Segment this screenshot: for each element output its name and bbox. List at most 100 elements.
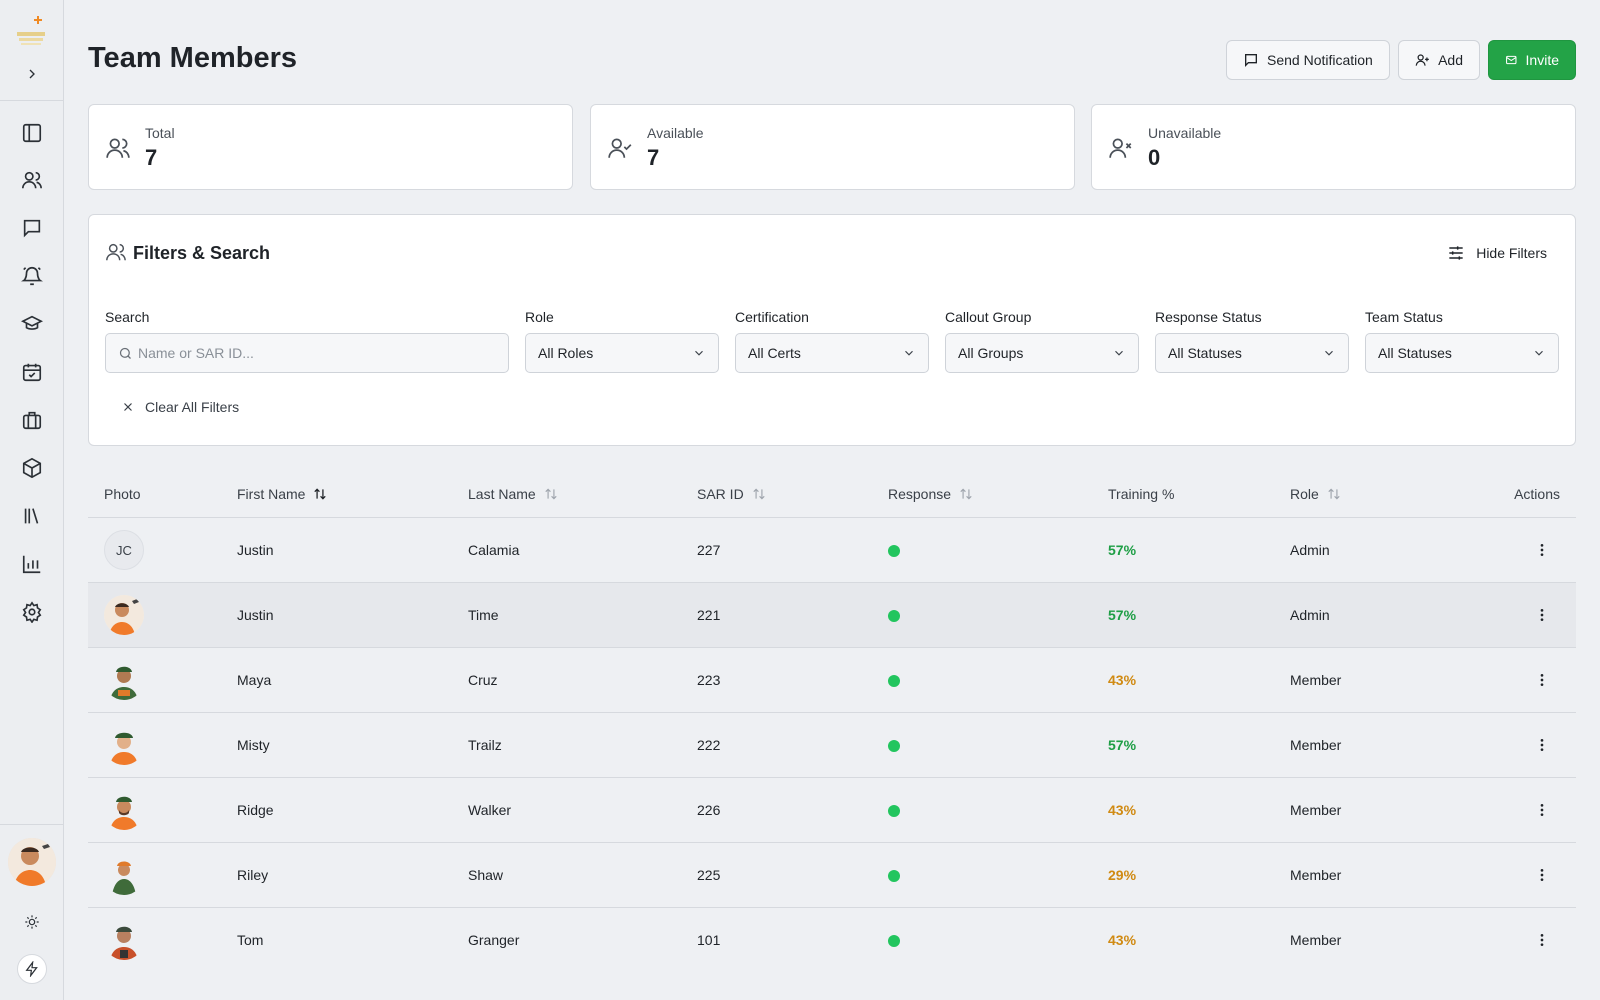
sort-icon	[960, 488, 972, 500]
sar-id-cell: 221	[697, 607, 721, 623]
chevron-down-icon	[1115, 350, 1123, 356]
user-plus-icon	[1415, 54, 1429, 66]
sar-id-cell: 223	[697, 672, 721, 688]
more-vertical-icon	[1540, 674, 1544, 686]
nav-training[interactable]	[14, 306, 50, 342]
table-row[interactable]: Misty Trailz 222 57% Member	[88, 713, 1576, 778]
sort-icon	[1328, 488, 1340, 500]
row-actions-button[interactable]	[1532, 800, 1552, 820]
col-last-name[interactable]: Last Name	[468, 486, 558, 502]
theme-toggle-button[interactable]	[20, 910, 44, 934]
nav-library[interactable]	[14, 498, 50, 534]
nav-team-members[interactable]	[14, 162, 50, 198]
last-name-cell: Walker	[468, 802, 512, 818]
col-first-name-label: First Name	[237, 486, 306, 502]
nav-alerts[interactable]	[14, 258, 50, 294]
page-title: Team Members	[88, 42, 297, 74]
sort-icon	[753, 488, 765, 500]
col-sar-id-label: SAR ID	[697, 486, 744, 502]
nav-reports[interactable]	[14, 546, 50, 582]
nav-inventory[interactable]	[14, 450, 50, 486]
calendar-check-icon	[22, 363, 42, 382]
training-percent-cell: 29%	[1108, 867, 1137, 883]
sort-icon	[545, 488, 557, 500]
chevron-down-icon	[695, 350, 703, 356]
row-actions-button[interactable]	[1532, 540, 1552, 560]
row-actions-button[interactable]	[1532, 930, 1552, 950]
chevron-down-icon	[1535, 350, 1543, 356]
search-field[interactable]	[105, 333, 509, 373]
graduation-cap-icon	[21, 315, 43, 330]
send-notification-button[interactable]: Send Notification	[1226, 40, 1390, 80]
stat-card-available: Available 7	[590, 104, 1075, 190]
team-status-select[interactable]: All Statuses	[1365, 333, 1559, 373]
avatar-illustration-icon	[104, 595, 144, 635]
expand-sidebar-button[interactable]	[20, 62, 44, 86]
more-vertical-icon	[1540, 869, 1544, 881]
callout-group-select-value: All Groups	[958, 345, 1024, 361]
package-icon	[22, 457, 42, 479]
nav-messages[interactable]	[14, 210, 50, 246]
quick-actions-button[interactable]	[17, 954, 47, 984]
role-cell: Member	[1290, 802, 1342, 818]
role-cell: Admin	[1290, 542, 1330, 558]
table-row[interactable]: Justin Time 221 57% Admin	[88, 583, 1576, 648]
col-sar-id[interactable]: SAR ID	[697, 486, 766, 502]
nav-calendar[interactable]	[14, 354, 50, 390]
sidebar-panel-icon	[22, 123, 42, 143]
bell-ring-icon	[21, 267, 43, 286]
callout-group-select[interactable]: All Groups	[945, 333, 1139, 373]
invite-button[interactable]: Invite	[1488, 40, 1576, 80]
add-member-button[interactable]: Add	[1398, 40, 1480, 80]
response-status-dot	[888, 545, 900, 557]
table-row[interactable]: Maya Cruz 223 43% Member	[88, 648, 1576, 713]
clear-all-filters-button[interactable]: Clear All Filters	[121, 399, 239, 415]
nav-settings[interactable]	[14, 594, 50, 630]
response-status-select[interactable]: All Statuses	[1155, 333, 1349, 373]
role-label: Role	[525, 309, 554, 325]
col-response[interactable]: Response	[888, 486, 973, 502]
sort-icon	[314, 488, 327, 500]
response-status-dot	[888, 675, 900, 687]
role-select-value: All Roles	[538, 345, 594, 361]
add-label: Add	[1438, 52, 1463, 68]
nav-missions[interactable]	[14, 402, 50, 438]
stat-card-total: Total 7	[88, 104, 573, 190]
invite-label: Invite	[1525, 52, 1559, 68]
row-actions-button[interactable]	[1532, 735, 1552, 755]
sidebar	[0, 0, 64, 1000]
role-select[interactable]: All Roles	[525, 333, 719, 373]
search-input[interactable]	[138, 345, 496, 361]
col-role[interactable]: Role	[1290, 486, 1341, 502]
stat-value: 7	[647, 145, 660, 170]
row-actions-button[interactable]	[1532, 605, 1552, 625]
col-role-label: Role	[1290, 486, 1319, 502]
avatar	[104, 790, 144, 830]
sar-id-cell: 225	[697, 867, 721, 883]
table-row[interactable]: Riley Shaw 225 29% Member	[88, 843, 1576, 908]
users-icon	[22, 171, 42, 189]
row-actions-button[interactable]	[1532, 865, 1552, 885]
role-cell: Member	[1290, 932, 1342, 948]
avatar	[104, 855, 144, 895]
avatar-illustration-icon	[104, 725, 144, 765]
table-row[interactable]: Tom Granger 101 43% Member	[88, 908, 1576, 973]
user-check-icon	[608, 138, 632, 158]
last-name-cell: Shaw	[468, 867, 504, 883]
message-icon	[23, 219, 41, 238]
col-first-name[interactable]: First Name	[237, 486, 327, 502]
briefcase-icon	[22, 411, 42, 430]
search-icon	[119, 347, 131, 359]
col-photo-label: Photo	[104, 486, 141, 502]
bar-chart-icon	[22, 555, 41, 574]
certification-select[interactable]: All Certs	[735, 333, 929, 373]
row-actions-button[interactable]	[1532, 670, 1552, 690]
user-avatar[interactable]	[8, 838, 56, 886]
table-row[interactable]: JC Justin Calamia 227 57% Admin	[88, 518, 1576, 583]
more-vertical-icon	[1540, 934, 1544, 946]
hide-filters-button[interactable]: Hide Filters	[1446, 243, 1547, 263]
filters-title: Filters & Search	[133, 243, 271, 263]
nav-dashboard[interactable]	[14, 115, 50, 151]
avatar-illustration-icon	[104, 920, 144, 960]
table-row[interactable]: Ridge Walker 226 43% Member	[88, 778, 1576, 843]
